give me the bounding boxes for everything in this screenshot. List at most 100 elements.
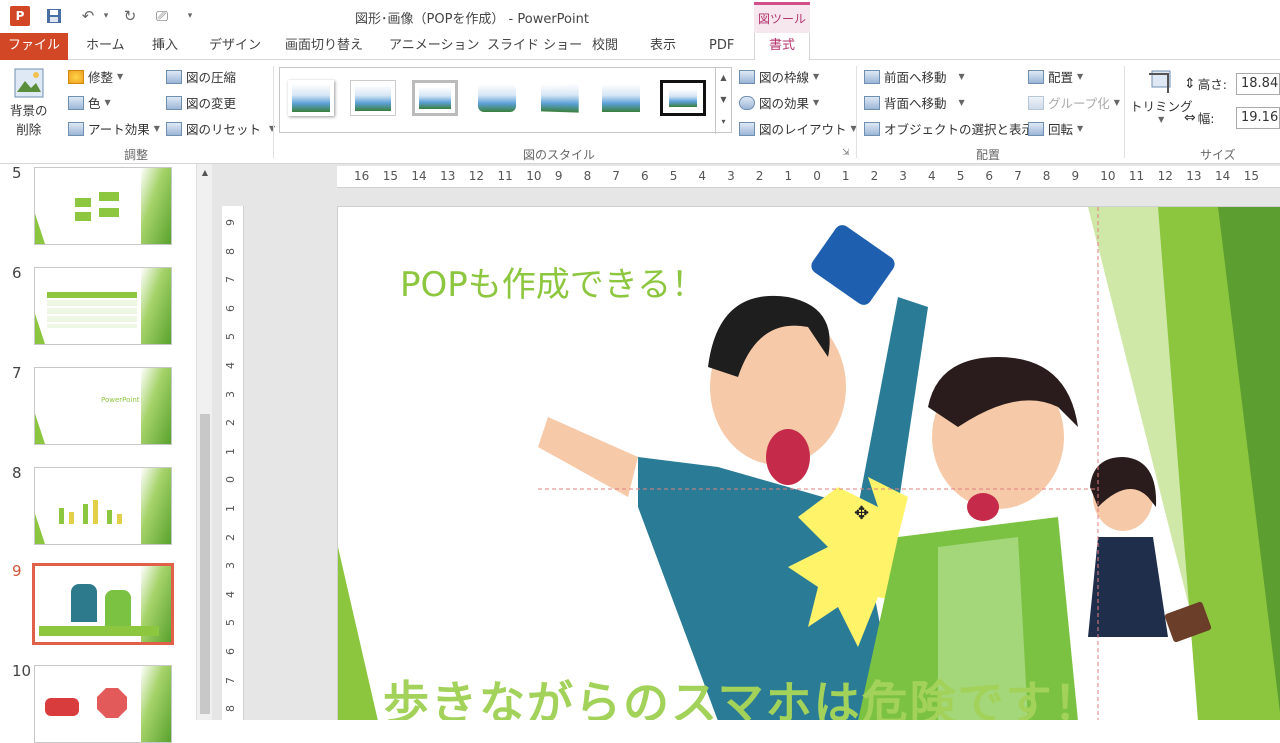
slide-title[interactable]: POPも作成できる！ (400, 257, 705, 306)
slide-thumbnail-5[interactable] (34, 167, 172, 245)
ruler-tick-label: 15 (1243, 169, 1259, 183)
send-backward-button[interactable]: 背面へ移動 ▼ (864, 93, 965, 112)
gallery-more[interactable]: ▾ (715, 112, 731, 134)
slide-canvas[interactable]: POPも作成できる！ 歩きながらのスマホは危険です！ ✥ (337, 206, 1280, 720)
reset-picture-icon (166, 121, 182, 136)
customize-quick-access-icon[interactable]: ▾ (180, 6, 200, 26)
ruler-tick-label: 8 (224, 705, 237, 713)
ruler-tick-label: 13 (440, 169, 456, 183)
undo-dropdown-icon[interactable]: ▾ (96, 6, 116, 26)
width-label-wrap: ⇔ 幅: (1184, 108, 1214, 127)
slide-thumbnail-8[interactable] (34, 467, 172, 545)
ruler-tick-label: 4 (224, 362, 237, 369)
group-button[interactable]: グループ化 ▼ (1028, 93, 1120, 112)
slide-thumbnail-10[interactable] (34, 665, 172, 743)
picture-style-4[interactable] (474, 80, 520, 116)
tab-home[interactable]: ホーム (86, 33, 125, 60)
start-from-beginning-icon[interactable]: ⎚ (152, 6, 172, 26)
corrections-button[interactable]: 修整 ▼ (68, 67, 123, 86)
undo-icon[interactable]: ↶ (78, 6, 98, 26)
slide-caption[interactable]: 歩きながらのスマホは危険です！ (383, 667, 1102, 720)
ruler-tick-label: 4 (928, 169, 936, 183)
align-icon (1028, 69, 1044, 84)
ruler-tick-label: 3 (224, 390, 237, 398)
tab-animations[interactable]: アニメーション (389, 33, 479, 60)
ruler-tick-label: 15 (382, 169, 398, 183)
rotate-button[interactable]: 回転 ▼ (1028, 119, 1083, 138)
ruler-tick-label: 8 (1042, 169, 1051, 183)
tab-file[interactable]: ファイル (0, 33, 68, 60)
picture-style-5[interactable] (536, 80, 582, 116)
slide-number: 8 (12, 464, 22, 482)
tab-insert[interactable]: 挿入 (152, 33, 178, 60)
ruler-tick-label: 8 (583, 169, 592, 183)
width-input[interactable]: 19.16 (1236, 107, 1280, 129)
scrollbar-thumb[interactable] (200, 414, 210, 714)
align-button[interactable]: 配置 ▼ (1028, 67, 1083, 86)
reset-picture-label: 図のリセット (186, 122, 262, 137)
gallery-scroll-down[interactable]: ▼ (715, 90, 731, 112)
ruler-tick-label: 13 (1186, 169, 1202, 183)
ruler-tick-label: 7 (224, 276, 237, 284)
save-icon[interactable] (44, 6, 64, 26)
picture-style-7-selected[interactable] (660, 80, 706, 116)
picture-style-3[interactable] (412, 80, 458, 116)
redo-icon[interactable]: ↻ (120, 6, 140, 26)
slide-number: 10 (12, 662, 32, 680)
picture-layout-button[interactable]: 図のレイアウト ▼ (739, 119, 857, 138)
send-backward-label: 背面へ移動 (884, 96, 947, 111)
tab-view[interactable]: 表示 (650, 33, 676, 60)
tab-review[interactable]: 校閲 (592, 33, 618, 60)
remove-background-button[interactable]: 背景の 削除 (10, 66, 48, 138)
tab-format[interactable]: 書式 (754, 33, 810, 61)
ruler-tick-label: 4 (698, 169, 707, 183)
picture-style-6[interactable] (598, 80, 644, 116)
slide-thumbnail-6[interactable] (34, 267, 172, 345)
ruler-tick-label: 11 (1128, 169, 1145, 183)
remove-bg-label-2: 削除 (16, 122, 42, 137)
picture-effects-button[interactable]: 図の効果 ▼ (739, 93, 819, 112)
remove-bg-label-1: 背景の (10, 103, 48, 118)
compress-pictures-button[interactable]: 図の圧縮 (166, 67, 236, 86)
tab-transitions[interactable]: 画面切り替え (285, 33, 363, 60)
slide-number-selected: 9 (12, 562, 22, 580)
rotate-icon (1028, 121, 1044, 136)
bring-forward-button[interactable]: 前面へ移動 ▼ (864, 67, 965, 86)
picture-styles-gallery: ▲ ▼ ▾ (279, 67, 732, 134)
picture-effects-label: 図の効果 (759, 96, 810, 111)
thumbnail-scrollbar[interactable]: ▲ (196, 164, 212, 720)
slide-thumbnail-9-selected[interactable] (32, 563, 174, 645)
slide-thumbnail-panel: 5 6 7 PowerPoint 8 9 10 (0, 164, 196, 743)
ruler-tick-label: 10 (526, 169, 542, 183)
ruler-tick-label: 14 (411, 169, 427, 183)
gallery-scroll-up[interactable]: ▲ (715, 68, 731, 90)
selection-pane-button[interactable]: オブジェクトの選択と表示 (864, 119, 1034, 138)
ruler-tick-label: 7 (612, 169, 620, 183)
height-input[interactable]: 18.84 (1236, 73, 1280, 95)
color-button[interactable]: 色 ▼ (68, 93, 111, 112)
ruler-tick-label: 11 (497, 169, 513, 183)
align-label: 配置 (1048, 70, 1074, 85)
change-picture-label: 図の変更 (186, 96, 237, 111)
ruler-tick-label: 3 (727, 169, 735, 183)
picture-border-button[interactable]: 図の枠線 ▼ (739, 67, 819, 86)
ruler-tick-label: 3 (899, 169, 907, 183)
ruler-tick-label: 9 (224, 219, 237, 226)
picture-style-2[interactable] (350, 80, 396, 116)
horizontal-ruler: 16 15 14 13 12 11 10 9 8 7 6 5 4 3 2 1 0 1 2 3 4 5 6 7 8 9 10 11 12 1… (337, 166, 1280, 188)
slide-thumbnail-7[interactable]: PowerPoint (34, 367, 172, 445)
tab-slideshow[interactable]: スライド ショー (487, 33, 582, 60)
scroll-up-arrow-icon[interactable]: ▲ (197, 168, 213, 177)
change-picture-button[interactable]: 図の変更 (166, 93, 236, 112)
reset-picture-button[interactable]: 図のリセット▼ (166, 119, 275, 138)
styles-dialog-launcher-icon[interactable]: ⇲ (842, 148, 850, 158)
tab-design[interactable]: デザイン (209, 33, 261, 60)
ruler-tick-label: 5 (224, 619, 237, 627)
tab-pdf[interactable]: PDF (709, 33, 734, 60)
slide-number: 5 (12, 164, 22, 182)
compress-label: 図の圧縮 (186, 70, 237, 85)
picture-style-1[interactable] (288, 80, 334, 116)
ruler-tick-label: 7 (1014, 169, 1022, 183)
ruler-tick-label: 0 (224, 476, 237, 484)
artistic-effects-button[interactable]: アート効果 ▼ (68, 119, 160, 138)
